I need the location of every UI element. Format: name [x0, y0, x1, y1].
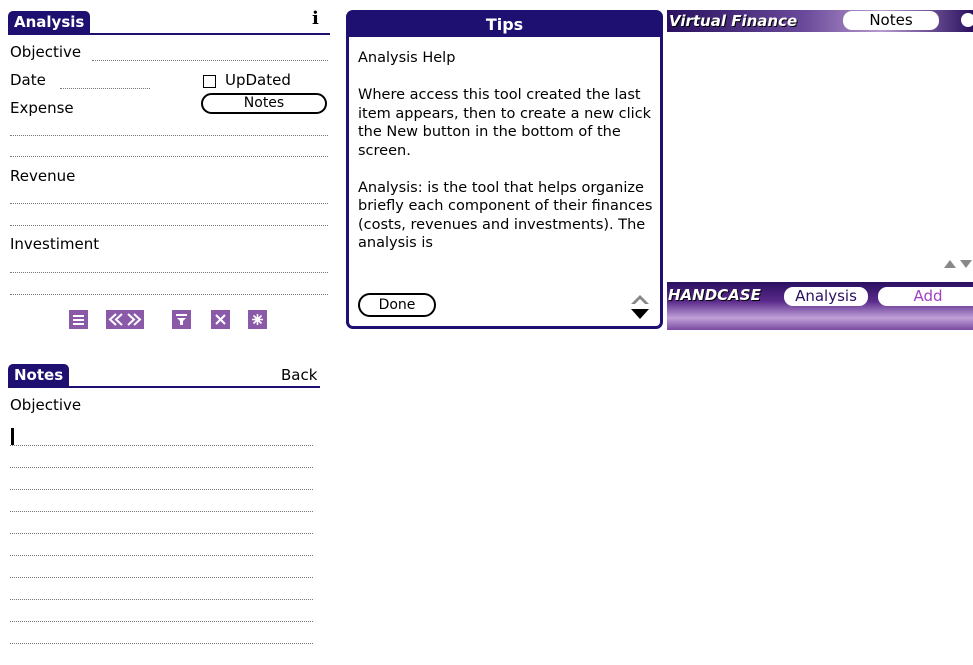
objective-label: Objective: [10, 43, 82, 61]
notes-line[interactable]: [10, 511, 313, 512]
tips-dialog: Tips Analysis Help Where access this too…: [346, 10, 663, 329]
notes-line[interactable]: [10, 467, 313, 468]
vf-notes-tab[interactable]: Notes: [843, 11, 939, 30]
vf-brand: HANDCASE: [668, 286, 761, 304]
list-icon[interactable]: [69, 310, 88, 329]
revenue-line-2[interactable]: [10, 225, 328, 226]
analysis-title: Analysis: [8, 11, 91, 33]
vf-app-title: Virtual Finance: [669, 12, 798, 30]
virtual-finance-screen: Virtual Finance Notes HANDCASE Analysis …: [667, 10, 973, 330]
filter-icon[interactable]: [172, 310, 191, 329]
title-underline: [8, 33, 330, 35]
expense-line-1[interactable]: [10, 135, 328, 136]
investment-line-2[interactable]: [10, 294, 328, 295]
updated-label: UpDated: [225, 71, 291, 89]
back-button[interactable]: Back: [281, 366, 317, 384]
text-cursor: [11, 428, 14, 445]
objective-field[interactable]: [92, 60, 328, 61]
vf-scroll-icon[interactable]: [942, 254, 973, 273]
scroll-arrows-icon[interactable]: [630, 294, 650, 324]
tips-title: Tips: [349, 13, 660, 37]
vf-analysis-tab[interactable]: Analysis: [784, 287, 868, 306]
tips-paragraph-2: Analysis: is the tool that helps organiz…: [358, 179, 653, 252]
notes-field-label: Objective: [10, 396, 82, 414]
tips-paragraph-1: Where access this tool created the last …: [358, 87, 652, 159]
vf-info-icon[interactable]: [961, 13, 973, 27]
notes-line[interactable]: [10, 599, 313, 600]
investment-line-1[interactable]: [10, 272, 328, 273]
notes-line[interactable]: [10, 643, 313, 644]
tips-heading: Analysis Help: [358, 50, 456, 66]
notes-line[interactable]: [10, 621, 313, 622]
updated-checkbox[interactable]: [203, 75, 216, 88]
done-button[interactable]: Done: [358, 293, 436, 317]
notes-title: Notes: [8, 364, 70, 386]
notes-line[interactable]: [10, 555, 313, 556]
revenue-label: Revenue: [10, 167, 76, 185]
prev-next-icon[interactable]: [106, 310, 144, 329]
date-field[interactable]: [60, 88, 150, 89]
notes-button[interactable]: Notes: [201, 93, 327, 114]
new-icon[interactable]: [248, 310, 267, 329]
notes-line[interactable]: [10, 577, 313, 578]
investment-label: Investiment: [10, 235, 100, 253]
info-icon[interactable]: i: [312, 8, 319, 29]
tips-body: Analysis Help Where access this tool cre…: [358, 49, 656, 253]
notes-line[interactable]: [10, 533, 313, 534]
delete-icon[interactable]: [211, 310, 230, 329]
notes-line[interactable]: [10, 445, 313, 446]
expense-label: Expense: [10, 99, 74, 117]
notes-line[interactable]: [10, 489, 313, 490]
revenue-line-1[interactable]: [10, 203, 328, 204]
vf-add-tab[interactable]: Add: [878, 287, 973, 306]
notes-title-underline: [8, 386, 320, 388]
expense-line-2[interactable]: [10, 156, 328, 157]
date-label: Date: [10, 71, 46, 89]
